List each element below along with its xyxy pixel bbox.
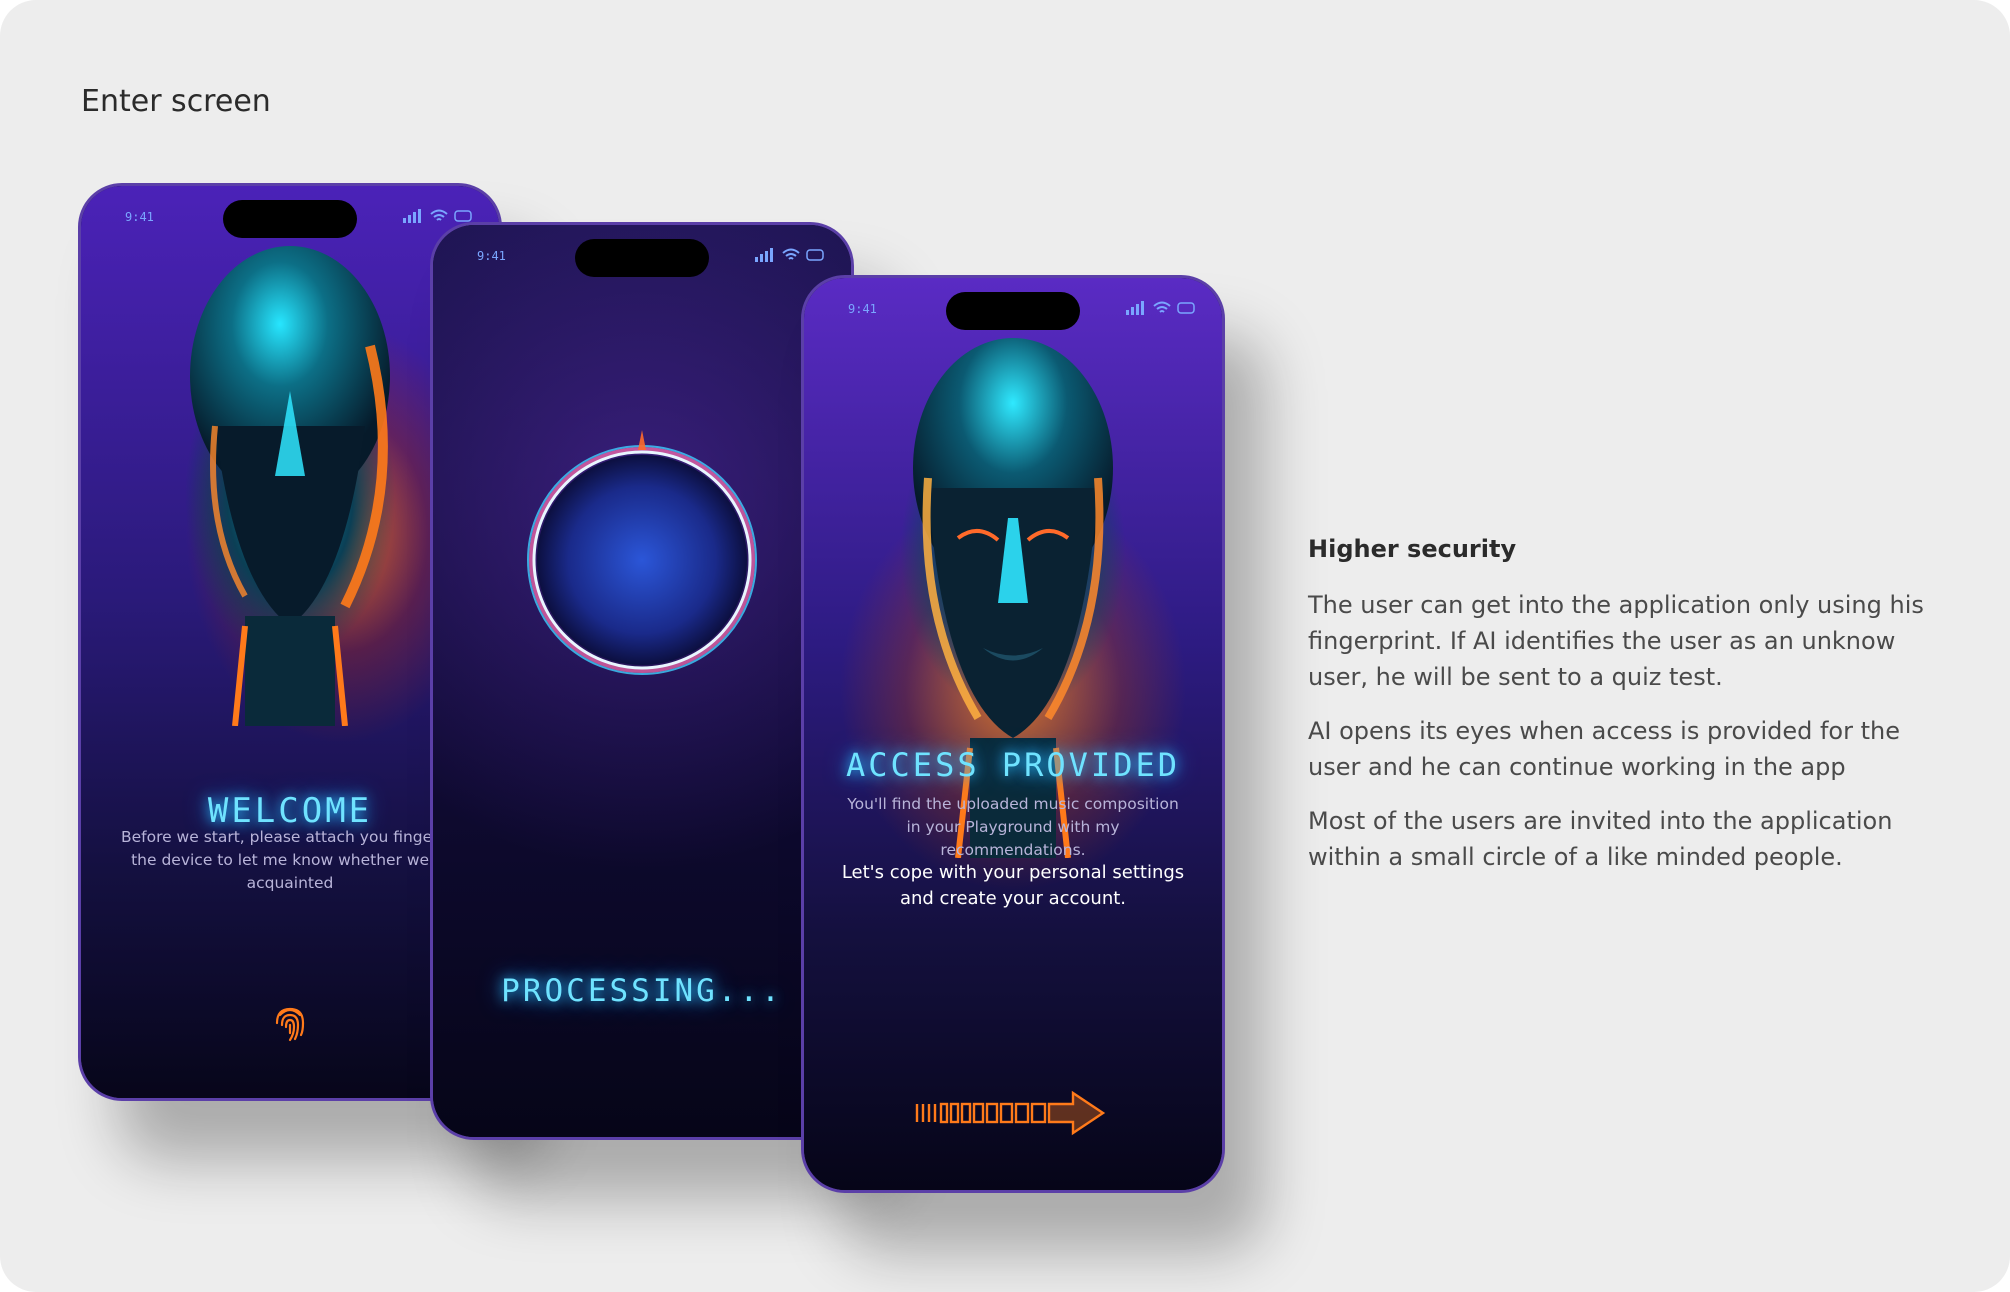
description-heading: Higher security <box>1308 535 1517 563</box>
phone-processing-screen: 9:41 PROCESSING... <box>430 222 854 1140</box>
processing-title: PROCESSING... <box>501 973 783 1009</box>
phone-access-provided-screen: 9:41 ACCESS PROVIDED You'll find the upl… <box>801 275 1225 1193</box>
status-icons <box>1126 301 1195 315</box>
processing-ring-illustration <box>527 430 757 675</box>
signal-icon <box>755 248 773 262</box>
battery-icon <box>1177 302 1195 314</box>
signal-icon <box>403 209 421 223</box>
ai-head-illustration <box>175 226 405 726</box>
section-title: Enter screen <box>81 84 271 119</box>
description-paragraph: The user can get into the application on… <box>1308 591 1924 691</box>
access-info: You'll find the uploaded music compositi… <box>847 795 1179 859</box>
dynamic-island <box>575 239 709 277</box>
description-block: Higher security The user can get into th… <box>1308 535 1948 893</box>
wifi-icon <box>430 209 448 221</box>
access-title: ACCESS PROVIDED <box>846 746 1180 784</box>
status-icons <box>403 209 472 223</box>
signal-icon <box>1126 301 1144 315</box>
description-paragraph: Most of the users are invited into the a… <box>1308 807 1893 871</box>
description-paragraph: AI opens its eyes when access is provide… <box>1308 717 1900 781</box>
welcome-instructions: Before we start, please attach you finge… <box>120 828 460 892</box>
battery-icon <box>806 249 824 261</box>
status-time: 9:41 <box>848 302 877 316</box>
presentation-board: Enter screen 9:41 WELCOME Before we star… <box>0 0 2010 1292</box>
wifi-icon <box>782 248 800 260</box>
wifi-icon <box>1153 301 1171 313</box>
status-time: 9:41 <box>125 210 154 224</box>
status-time: 9:41 <box>477 249 506 263</box>
arrow-right-icon[interactable] <box>913 1088 1113 1138</box>
status-icons <box>755 248 824 262</box>
battery-icon <box>454 210 472 222</box>
fingerprint-icon[interactable] <box>268 1001 312 1045</box>
access-cta-text: Let's cope with your personal settings a… <box>841 862 1185 909</box>
